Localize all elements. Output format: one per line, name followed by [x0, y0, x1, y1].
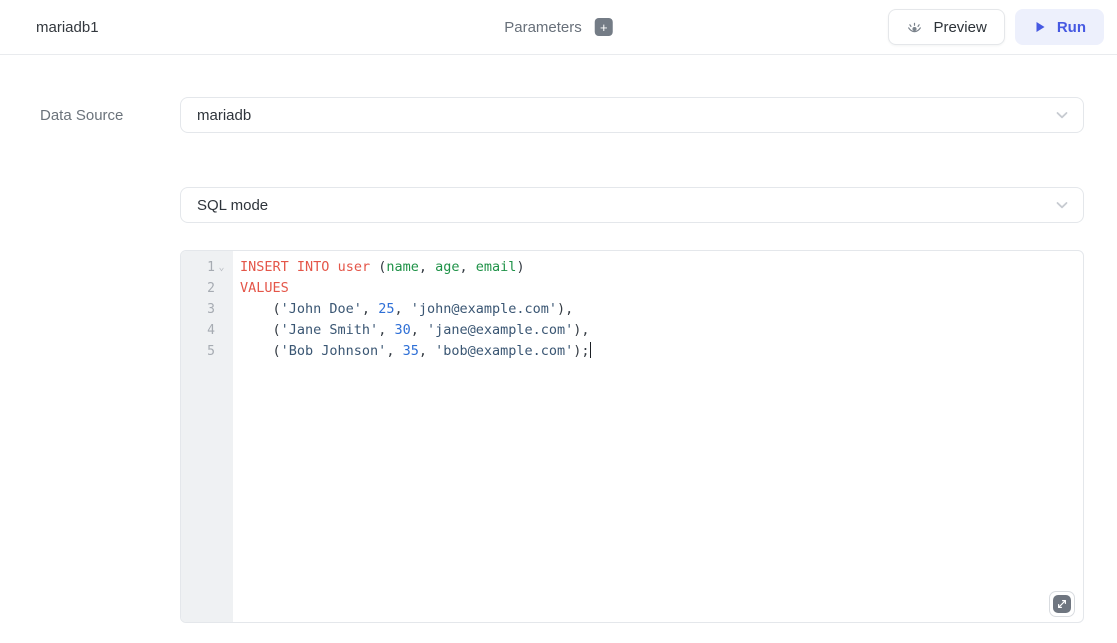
text-cursor	[590, 342, 592, 358]
expand-icon	[1053, 595, 1071, 613]
run-button[interactable]: Run	[1015, 9, 1104, 45]
play-icon	[1033, 20, 1047, 34]
header-actions: Preview Run	[888, 9, 1104, 45]
sql-code-editor[interactable]: 1⌄2⌄3⌄4⌄5⌄ INSERT INTO user (name, age, …	[180, 250, 1084, 623]
mode-select[interactable]: SQL mode	[180, 187, 1084, 223]
parameters-section: Parameters +	[504, 0, 613, 54]
parameters-label: Parameters	[504, 19, 582, 36]
data-source-value: mariadb	[197, 107, 251, 124]
line-number: 2⌄	[181, 278, 233, 299]
preview-button[interactable]: Preview	[888, 9, 1004, 45]
query-form: Data Source mariadb SQL mode 1⌄2⌄3⌄4⌄5⌄ …	[0, 55, 1117, 623]
run-button-label: Run	[1057, 19, 1086, 36]
data-source-label: Data Source	[40, 107, 180, 124]
code-line[interactable]: ('Bob Johnson', 35, 'bob@example.com');	[240, 341, 1083, 362]
line-number: 1⌄	[181, 257, 233, 278]
line-number: 4⌄	[181, 320, 233, 341]
preview-button-label: Preview	[933, 19, 986, 36]
mode-value: SQL mode	[197, 197, 268, 214]
code-line[interactable]: INSERT INTO user (name, age, email)	[240, 257, 1083, 278]
code-line[interactable]: VALUES	[240, 278, 1083, 299]
line-number: 5⌄	[181, 341, 233, 362]
top-bar: mariadb1 Parameters + Preview Run	[0, 0, 1117, 55]
chevron-down-icon	[1054, 107, 1070, 123]
code-line[interactable]: ('John Doe', 25, 'john@example.com'),	[240, 299, 1083, 320]
line-number: 3⌄	[181, 299, 233, 320]
add-parameter-button[interactable]: +	[595, 18, 613, 36]
fold-chevron-icon[interactable]: ⌄	[215, 257, 228, 278]
editor-code[interactable]: INSERT INTO user (name, age, email)VALUE…	[233, 251, 1083, 622]
data-source-select[interactable]: mariadb	[180, 97, 1084, 133]
page-title: mariadb1	[36, 19, 99, 36]
eye-icon	[906, 19, 923, 36]
plus-icon: +	[600, 21, 608, 34]
chevron-down-icon	[1054, 197, 1070, 213]
expand-editor-button[interactable]	[1049, 591, 1075, 617]
editor-gutter: 1⌄2⌄3⌄4⌄5⌄	[181, 251, 233, 622]
code-line[interactable]: ('Jane Smith', 30, 'jane@example.com'),	[240, 320, 1083, 341]
